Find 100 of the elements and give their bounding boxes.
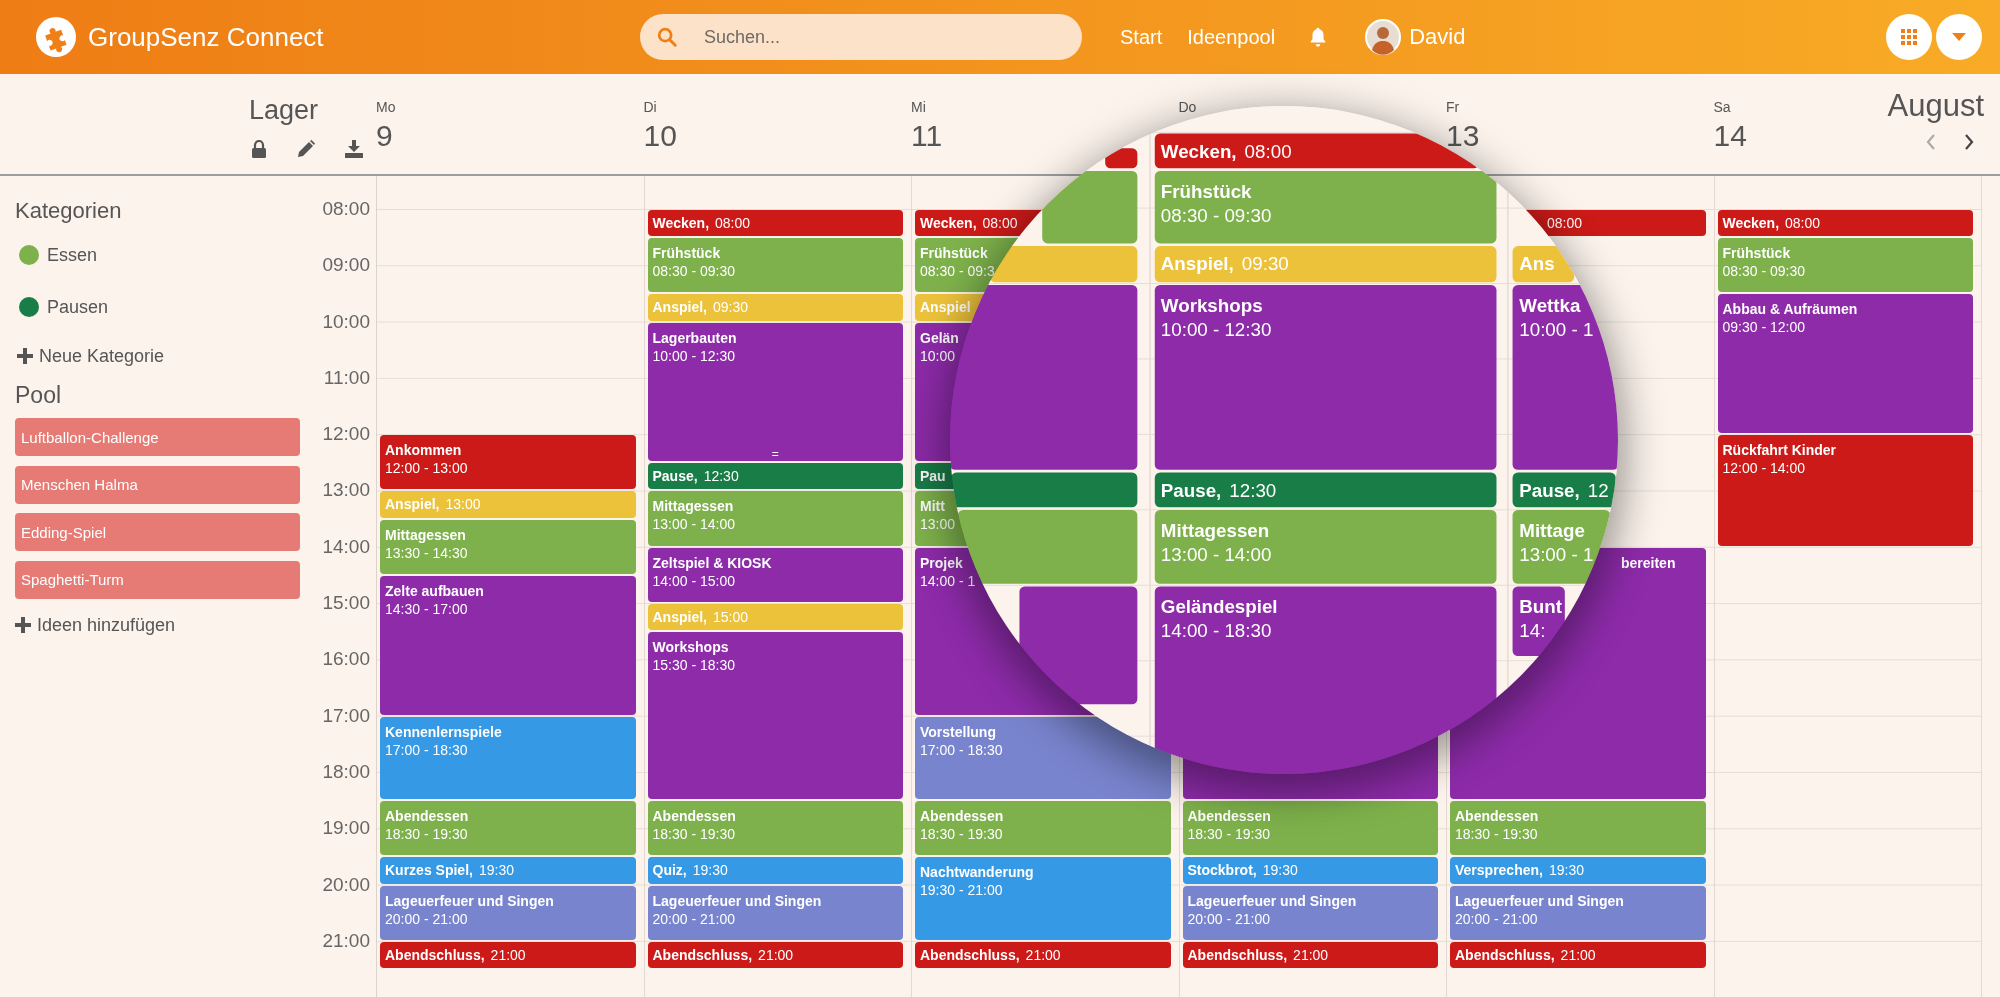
add-idea-link[interactable]: Ideen hinzufügen (15, 609, 176, 640)
event-block[interactable]: Abbau & Aufräumen 09:30 - 12:00 (1717, 294, 1973, 434)
event-title: Pause, (1519, 478, 1580, 503)
download-icon[interactable] (345, 140, 363, 158)
event-block[interactable]: Pause, 12 (1512, 472, 1617, 508)
event-block[interactable]: Kennenlernspiele 17:00 - 18:30 (380, 716, 636, 800)
resize-handle[interactable]: = (771, 447, 779, 462)
event-time: 18:30 - 19:30 (652, 825, 735, 844)
event-block[interactable]: Zelte aufbauen 14:30 - 17:00 (380, 575, 636, 715)
section-heading: Kategorien (15, 197, 122, 225)
event-block[interactable]: Wettka 10:00 - 1 (1512, 284, 1618, 471)
event-title: bereiten (1621, 553, 1676, 572)
calendar-title: Lager (248, 94, 318, 126)
weekday-label: Sa (1713, 98, 1731, 116)
event-block[interactable] (951, 472, 1138, 508)
event-block[interactable]: Abendessen 18:30 - 19:30 (915, 801, 1171, 856)
event-block[interactable]: Nachtwanderung 19:30 - 21:00 (915, 857, 1171, 940)
pool-item[interactable]: Spaghetti-Turm (15, 560, 300, 599)
event-block[interactable]: Wecken, 08:00 (1717, 210, 1973, 237)
event-title: Kennenlernspiele (385, 722, 502, 741)
event-block[interactable]: Mittagessen 13:00 - 14:00 (647, 491, 903, 546)
nav-link[interactable]: Ideenpool (1187, 25, 1276, 49)
time-label: 12:00 (322, 423, 370, 446)
event-block[interactable]: Abendessen 18:30 - 19:30 (1450, 801, 1706, 856)
avatar[interactable] (1365, 19, 1402, 55)
event-title: Abbau & Aufräumen (1722, 300, 1858, 319)
event-block[interactable]: Lageuerfeuer und Singen 20:00 - 21:00 (1182, 885, 1438, 940)
category-label[interactable]: Pausen (47, 292, 109, 322)
event-time: 09:30 (712, 298, 748, 317)
event-block[interactable]: Geländespiel 14:00 - 18:30 (1154, 586, 1497, 774)
event-block[interactable]: Abendschluss, 21:00 (1182, 941, 1438, 968)
lock-icon[interactable] (251, 140, 267, 158)
event-block[interactable]: Versprechen, 19:30 (1450, 857, 1706, 884)
event-block[interactable]: Lageuerfeuer und Singen 20:00 - 21:00 (1450, 885, 1706, 940)
category-label[interactable]: Essen (47, 240, 98, 270)
add-category-link[interactable]: Neue Kategorie (17, 341, 165, 371)
event-block[interactable]: Mittagessen 13:00 - 14:00 (1154, 510, 1497, 584)
event-block[interactable]: Mittage 13:00 - 1 (1512, 510, 1611, 584)
nav-link[interactable]: Start (1120, 25, 1163, 49)
event-block[interactable]: Stockbrot, 19:30 (1182, 857, 1438, 884)
event-title: Versprechen, (1455, 861, 1543, 880)
pool-item[interactable]: Menschen Halma (15, 465, 300, 504)
caret-icon (1952, 33, 1966, 41)
chevron-left-icon[interactable] (1926, 134, 1936, 150)
event-block[interactable]: Bunt 14: (1512, 586, 1565, 656)
pool-item[interactable]: Luftballon-Challenge (15, 418, 300, 456)
event-block[interactable]: Mittagessen 13:30 - 14:30 (380, 519, 636, 574)
event-block[interactable]: Lageuerfeuer und Singen 20:00 - 21:00 (647, 885, 903, 940)
event-block[interactable]: Quiz, 19:30 (647, 857, 903, 884)
day-number: 11 (911, 118, 943, 154)
event-block[interactable]: Wecken, 08:00 (647, 210, 903, 237)
search-field[interactable]: Suchen... (640, 14, 1082, 60)
weekday-label: Mo (376, 98, 396, 116)
event-time: 14:00 - 15:00 (652, 571, 735, 590)
event-time: 13:30 - 14:30 (385, 543, 468, 562)
time-label: 08:00 (322, 198, 370, 220)
event-block[interactable]: Zeltspiel & KIOSK 14:00 - 15:00 (647, 547, 903, 603)
event-block[interactable]: Kurzes Spiel, 19:30 (380, 857, 636, 884)
event-time: 09:30 (1241, 252, 1289, 277)
event-block[interactable]: Ankommen 12:00 - 13:00 (380, 435, 636, 490)
event-time: 19:30 (692, 861, 728, 880)
event-title: Frühstück (1160, 179, 1252, 204)
event-block[interactable]: Workshops 15:30 - 18:30 (647, 632, 903, 800)
event-block[interactable]: Abendschluss, 21:00 (380, 941, 636, 968)
event-block[interactable]: Lagerbauten 10:00 - 12:30 = (647, 322, 903, 462)
event-block[interactable]: Vorstellung 17:00 - 18:30 (915, 716, 1171, 800)
event-block[interactable]: Abendschluss, 21:00 (647, 941, 903, 968)
event-title: Abendschluss, (1187, 945, 1288, 964)
pencil-icon[interactable] (297, 140, 315, 158)
event-block[interactable]: Lageuerfeuer und Singen 20:00 - 21:00 (380, 885, 636, 940)
event-time: 14:00 - 1 (920, 571, 976, 590)
event-block[interactable]: Pause, 12:30 (1154, 472, 1497, 508)
chevron-right-icon[interactable] (1964, 134, 1974, 150)
event-block[interactable]: Abendessen 18:30 - 19:30 (380, 801, 636, 856)
event-title: Abendschluss, (385, 945, 485, 964)
event-block[interactable]: Pause, 12:30 (647, 463, 903, 490)
event-block[interactable] (1105, 147, 1138, 169)
event-block[interactable]: Workshops 10:00 - 12:30 (1154, 284, 1497, 471)
event-block[interactable]: Abendessen 18:30 - 19:30 (647, 801, 903, 856)
plus-icon (15, 616, 31, 633)
event-title: Wecken, (1160, 139, 1237, 163)
event-block[interactable]: Frühstück 08:30 - 09:30 (647, 238, 903, 293)
event-block[interactable]: Frühstück 08:30 - 09:30 (1717, 238, 1973, 293)
event-title: Kurzes Spiel, (385, 861, 473, 880)
event-block[interactable]: Frühstück 08:30 - 09:30 (1154, 171, 1497, 244)
apps-button[interactable] (1886, 14, 1932, 60)
event-block[interactable]: Rückfahrt Kinder 12:00 - 14:00 (1717, 435, 1973, 546)
event-block[interactable]: Abendschluss, 21:00 (915, 941, 1171, 968)
event-block[interactable]: Abendessen 18:30 - 19:30 (1182, 801, 1438, 856)
event-time: 19:30 (478, 861, 514, 880)
event-block[interactable]: Abendschluss, 21:00 (1450, 941, 1706, 968)
event-title: Anspiel, (1160, 252, 1234, 277)
dropdown-button[interactable] (1936, 14, 1982, 60)
event-title: Zeltspiel & KIOSK (652, 553, 772, 572)
event-time: 21:00 (758, 945, 794, 964)
event-time: 08:30 - 09:30 (1722, 262, 1805, 281)
event-time: 19:30 - 21:00 (920, 881, 1003, 900)
event-time: 21:00 (1560, 945, 1596, 964)
user-name: David (1409, 24, 1466, 50)
pool-item[interactable]: Edding-Spiel (15, 513, 300, 551)
